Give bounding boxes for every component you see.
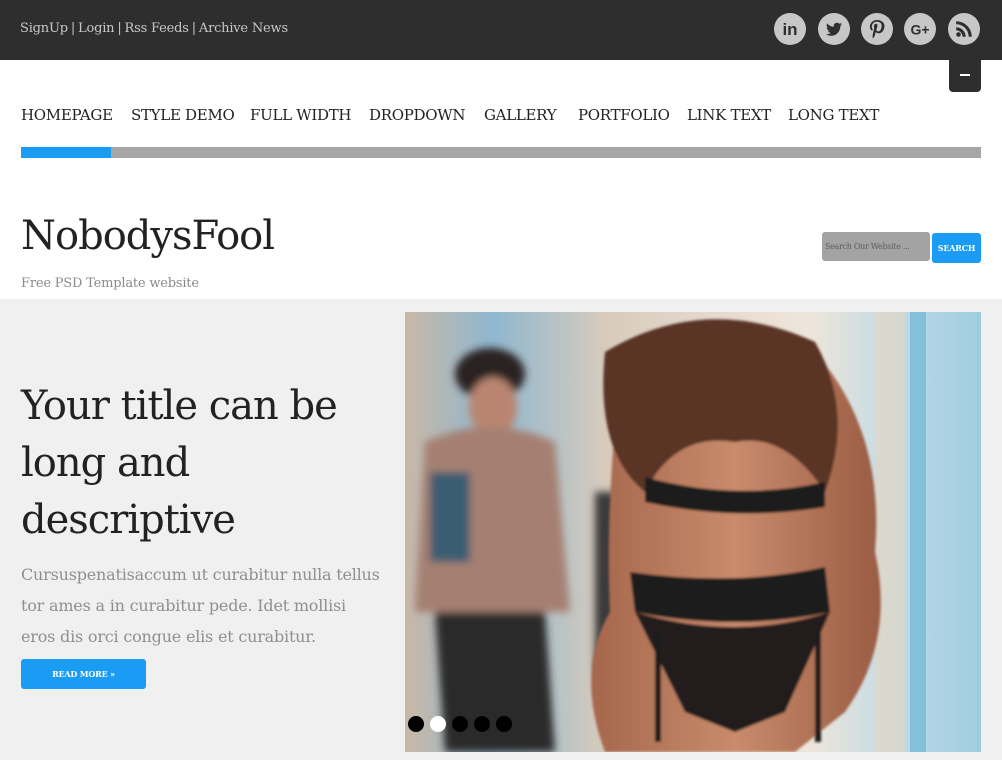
rss-icon[interactable] [948, 13, 980, 45]
rss-feeds-link[interactable]: Rss Feeds [125, 21, 189, 36]
nav-item-style-demo[interactable]: STYLE DEMO [131, 106, 235, 124]
site-title[interactable]: NobodysFool [21, 213, 275, 259]
nav-item-dropdown[interactable]: DROPDOWN [369, 106, 465, 124]
slide-dot-active[interactable] [430, 716, 446, 732]
twitter-icon[interactable] [818, 13, 850, 45]
pinterest-icon[interactable] [861, 13, 893, 45]
search-button[interactable]: SEARCH [932, 233, 981, 263]
link-separator: | [191, 21, 196, 36]
menu-toggle-button[interactable] [949, 58, 981, 92]
nav-active-indicator [21, 147, 111, 158]
link-separator: | [117, 21, 122, 36]
signup-link[interactable]: SignUp [20, 21, 68, 36]
slide-dot[interactable] [452, 716, 468, 732]
nav-item-full-width[interactable]: FULL WIDTH [250, 106, 352, 124]
hero-title: Your title can be long and descriptive [21, 383, 338, 543]
slide-dot[interactable] [474, 716, 490, 732]
nav-item-portfolio[interactable]: PORTFOLIO [578, 106, 670, 124]
top-bar: SignUp | Login | Rss Feeds | Archive News in G… [0, 0, 1002, 60]
linkedin-icon[interactable]: in [774, 13, 806, 45]
svg-text:G+: G+ [910, 22, 929, 38]
top-links: SignUp | Login | Rss Feeds | Archive News [20, 21, 288, 36]
nav-item-link-text[interactable]: LINK TEXT [687, 106, 771, 124]
nav-item-homepage[interactable]: HOMEPAGE [21, 106, 113, 124]
archive-news-link[interactable]: Archive News [199, 21, 288, 36]
svg-text:in: in [782, 20, 797, 39]
nav-indicator-bar [21, 147, 981, 158]
slide-dot[interactable] [408, 716, 424, 732]
slide-image[interactable] [405, 312, 981, 752]
site-tagline: Free PSD Template website [21, 276, 199, 291]
nav-item-long-text[interactable]: LONG TEXT [788, 106, 879, 124]
hero-body: Cursuspenatisaccum ut curabitur nulla te… [21, 565, 380, 646]
google-plus-icon[interactable]: G+ [904, 13, 936, 45]
minus-icon [960, 74, 970, 76]
link-separator: | [70, 21, 76, 36]
read-more-button[interactable]: READ MORE » [21, 659, 146, 689]
search-input[interactable] [822, 232, 930, 261]
nav-item-gallery[interactable]: GALLERY [484, 106, 557, 124]
login-link[interactable]: Login [78, 21, 115, 36]
slide-dot[interactable] [496, 716, 512, 732]
